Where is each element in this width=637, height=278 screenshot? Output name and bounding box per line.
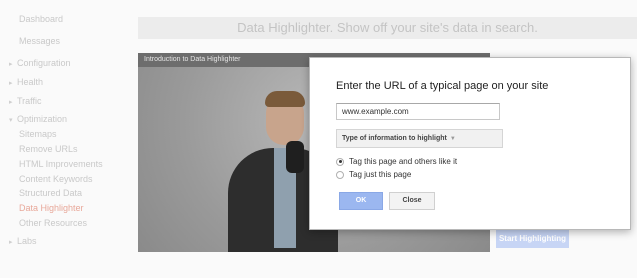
- sidebar-item-sitemaps[interactable]: Sitemaps: [19, 129, 57, 139]
- sidebar-item-label: Health: [17, 77, 44, 87]
- information-type-dropdown[interactable]: Type of information to highlight ▼: [336, 129, 503, 148]
- url-dialog: Enter the URL of a typical page on your …: [309, 57, 631, 230]
- radio-label: Tag just this page: [349, 170, 412, 179]
- sidebar-item-label: HTML Improvements: [19, 159, 103, 169]
- chevron-right-icon: ▸: [9, 61, 13, 68]
- sidebar-item-label: Configuration: [17, 58, 71, 68]
- chevron-right-icon: ▸: [9, 99, 13, 106]
- sidebar-item-labs[interactable]: ▸ Labs: [0, 236, 37, 246]
- sidebar-item-health[interactable]: ▸ Health: [0, 77, 43, 87]
- microphone-icon: [286, 141, 304, 173]
- sidebar-item-data-highlighter[interactable]: Data Highlighter: [19, 203, 84, 213]
- chevron-right-icon: ▸: [9, 80, 13, 87]
- caret-down-icon: ▼: [449, 136, 456, 142]
- sidebar-item-label: Messages: [19, 36, 61, 46]
- start-highlighting-button[interactable]: Start Highlighting: [496, 230, 569, 248]
- chevron-right-icon: ▸: [9, 239, 13, 246]
- sidebar-item-html-improvements[interactable]: HTML Improvements: [19, 159, 103, 169]
- sidebar-item-structured-data[interactable]: Structured Data: [19, 188, 82, 198]
- sidebar-item-label: Labs: [17, 236, 37, 246]
- page-banner: Data Highlighter. Show off your site's d…: [138, 17, 637, 39]
- sidebar-item-label: Content Keywords: [19, 174, 93, 184]
- sidebar-item-label: Other Resources: [19, 218, 88, 228]
- radio-label: Tag this page and others like it: [349, 157, 458, 166]
- video-title: Introduction to Data Highlighter: [144, 56, 241, 63]
- sidebar-item-label: Traffic: [17, 96, 42, 106]
- sidebar-item-remove-urls[interactable]: Remove URLs: [19, 144, 78, 154]
- sidebar-item-optimization[interactable]: ▾ Optimization: [0, 114, 67, 124]
- url-input[interactable]: [336, 103, 500, 120]
- dialog-title: Enter the URL of a typical page on your …: [336, 80, 549, 92]
- sidebar-item-label: Sitemaps: [19, 129, 57, 139]
- sidebar-item-label: Structured Data: [19, 188, 83, 198]
- sidebar-item-content-keywords[interactable]: Content Keywords: [19, 174, 93, 184]
- sidebar-item-label: Remove URLs: [19, 144, 78, 154]
- sidebar-item-label: Dashboard: [19, 14, 64, 24]
- radio-tag-single[interactable]: Tag just this page: [336, 170, 411, 179]
- sidebar-item-label: Data Highlighter: [19, 203, 84, 213]
- sidebar: Dashboard Messages ▸ Configuration ▸ Healt…: [0, 0, 132, 278]
- radio-checked-icon[interactable]: [336, 157, 344, 166]
- sidebar-item-other-resources[interactable]: Other Resources: [19, 218, 87, 228]
- sidebar-item-configuration[interactable]: ▸ Configuration: [0, 58, 71, 68]
- radio-tag-similar[interactable]: Tag this page and others like it: [336, 157, 457, 166]
- sidebar-item-traffic[interactable]: ▸ Traffic: [0, 96, 42, 106]
- page-title: Data Highlighter. Show off your site's d…: [237, 20, 538, 35]
- ok-button[interactable]: OK: [339, 192, 383, 210]
- sidebar-item-messages[interactable]: Messages: [19, 36, 60, 46]
- chevron-down-icon: ▾: [9, 117, 13, 124]
- close-button[interactable]: Close: [389, 192, 435, 210]
- sidebar-item-label: Optimization: [17, 114, 68, 124]
- sidebar-item-dashboard[interactable]: Dashboard: [19, 14, 63, 24]
- dropdown-label: Type of information to highlight: [342, 135, 447, 142]
- radio-unchecked-icon[interactable]: [336, 170, 344, 179]
- presenter-hair: [265, 91, 305, 107]
